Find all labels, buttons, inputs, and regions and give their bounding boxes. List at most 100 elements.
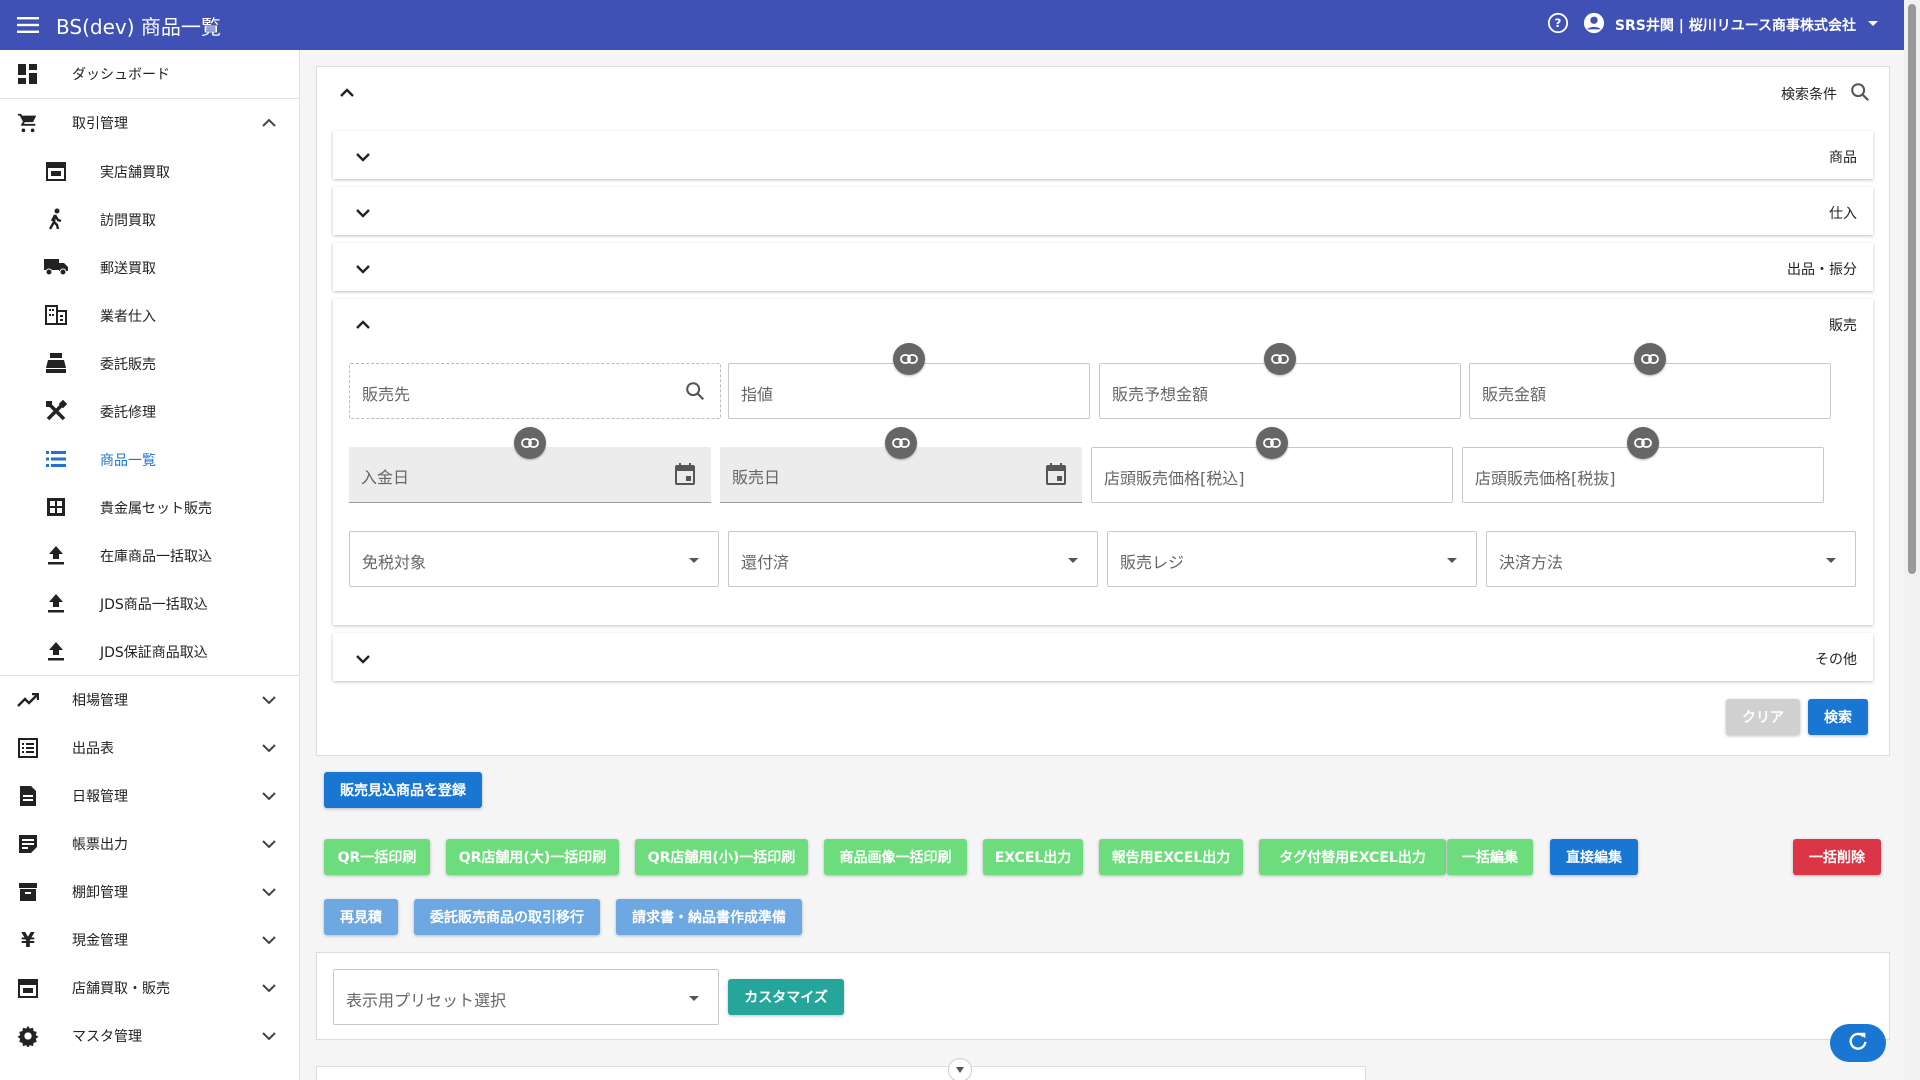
chevron-down-icon[interactable] [351,145,375,169]
section-purchase[interactable]: 仕入 [333,187,1873,235]
sidebar-item-consign-sale[interactable]: 委託販売 [0,339,299,387]
scrollbar-thumb[interactable] [1908,4,1916,574]
re-estimate-button[interactable]: 再見積 [324,899,398,935]
bulk-delete-button[interactable]: 一括削除 [1793,839,1881,875]
expand-handle-icon[interactable] [948,1058,972,1080]
report-excel-button[interactable]: 報告用EXCEL出力 [1099,839,1243,875]
sidebar-item-master[interactable]: マスタ管理 [0,1012,299,1060]
search-button[interactable]: 検索 [1808,699,1868,735]
list-icon [44,447,68,471]
chevron-down-icon[interactable] [257,1024,281,1048]
chevron-down-icon[interactable] [351,257,375,281]
chevron-down-icon[interactable] [257,688,281,712]
account-menu[interactable]: SRS井関 | 桜川リユース商事株式会社 [1583,12,1880,38]
sidebar-item-trade[interactable]: 取引管理 [0,99,299,147]
walk-icon [44,207,68,231]
payment-method-select[interactable]: 決済方法 [1486,531,1856,587]
section-product[interactable]: 商品 [333,131,1873,179]
tag-excel-button[interactable]: タグ付替用EXCEL出力 [1259,839,1446,875]
link-icon[interactable] [1634,343,1666,375]
sidebar-item-label: 実店舗買取 [100,165,170,181]
chevron-down-icon [1866,17,1880,33]
sidebar-item-market[interactable]: 相場管理 [0,676,299,724]
section-other[interactable]: その他 [333,633,1873,681]
dropdown-arrow-icon [1819,548,1843,572]
chevron-down-icon[interactable] [257,832,281,856]
direct-edit-button[interactable]: 直接編集 [1550,839,1638,875]
excel-export-button[interactable]: EXCEL出力 [983,839,1083,875]
chevron-down-icon[interactable] [257,976,281,1000]
chevron-down-icon[interactable] [257,928,281,952]
chevron-up-icon[interactable] [257,111,281,135]
chevron-up-icon[interactable] [351,313,375,337]
link-icon[interactable] [1627,427,1659,459]
section-listing[interactable]: 出品・振分 [333,243,1873,291]
menu-icon[interactable] [0,0,56,50]
sidebar-item-inventory[interactable]: 棚卸管理 [0,868,299,916]
preset-select[interactable]: 表示用プリセット選択 [333,969,719,1025]
sidebar-item-store-trade[interactable]: 店舗買取・販売 [0,964,299,1012]
sidebar-item-daily-report[interactable]: 日報管理 [0,772,299,820]
field-placeholder: 販売先 [362,385,411,404]
link-icon[interactable] [514,427,546,459]
truck-icon [44,255,68,279]
sidebar-item-cash[interactable]: ¥ 現金管理 [0,916,299,964]
customer-field[interactable]: 販売先 [349,363,721,419]
building-icon [44,303,68,327]
qr-store-small-button[interactable]: QR店舗用(小)一括印刷 [635,839,808,875]
sidebar-item-jds-import[interactable]: JDS商品一括取込 [0,579,299,627]
section-title: 仕入 [1829,206,1857,222]
refresh-button[interactable] [1830,1024,1886,1062]
link-icon[interactable] [893,343,925,375]
invoice-prep-button[interactable]: 請求書・納品書作成準備 [616,899,802,935]
link-icon[interactable] [1256,427,1288,459]
sidebar-item-mail-purchase[interactable]: 郵送買取 [0,243,299,291]
help-icon[interactable]: ? [1547,12,1569,38]
sidebar-item-dashboard[interactable]: ダッシュボード [0,50,299,98]
tax-free-select[interactable]: 免税対象 [349,531,719,587]
link-icon[interactable] [885,427,917,459]
sidebar-item-label: 出品表 [72,741,114,757]
sidebar-item-metal-set[interactable]: 貴金属セット販売 [0,483,299,531]
sidebar-item-vendor-purchase[interactable]: 業者仕入 [0,291,299,339]
upload-icon [44,543,68,567]
account-icon [1583,12,1605,38]
chevron-up-icon[interactable] [335,81,359,105]
chevron-down-icon[interactable] [257,880,281,904]
qr-store-large-button[interactable]: QR店舗用(大)一括印刷 [446,839,619,875]
search-icon[interactable] [684,380,708,404]
image-bulk-print-button[interactable]: 商品画像一括印刷 [824,839,967,875]
search-panel: 検索条件 商品 仕入 出品・振分 販売 販売先 指値 販売予想金額 販売金額 入… [316,66,1890,756]
sidebar-item-jds-warranty-import[interactable]: JDS保証商品取込 [0,627,299,675]
bulk-edit-button[interactable]: 一括編集 [1447,839,1533,875]
calendar-icon[interactable] [1046,463,1070,487]
sidebar-item-visit-purchase[interactable]: 訪問買取 [0,195,299,243]
search-icon[interactable] [1849,81,1871,107]
sidebar-item-store-purchase[interactable]: 実店舗買取 [0,147,299,195]
sidebar-item-product-list[interactable]: 商品一覧 [0,435,299,483]
form-icon [16,832,40,856]
grid-icon [44,495,68,519]
chevron-down-icon[interactable] [351,201,375,225]
consign-transfer-button[interactable]: 委託販売商品の取引移行 [414,899,600,935]
register-select[interactable]: 販売レジ [1107,531,1477,587]
qr-bulk-print-button[interactable]: QR一括印刷 [324,839,430,875]
sidebar-item-forms[interactable]: 帳票出力 [0,820,299,868]
dropdown-arrow-icon [682,986,706,1010]
customize-button[interactable]: カスタマイズ [728,979,844,1015]
sidebar-item-listing-sheet[interactable]: 出品表 [0,724,299,772]
sidebar-item-consign-repair[interactable]: 委託修理 [0,387,299,435]
field-placeholder: 販売レジ [1120,553,1185,572]
yen-icon: ¥ [21,928,35,952]
chevron-down-icon[interactable] [351,647,375,671]
calendar-icon[interactable] [675,463,699,487]
refunded-select[interactable]: 還付済 [728,531,1098,587]
clear-button[interactable]: クリア [1726,699,1800,735]
link-icon[interactable] [1264,343,1296,375]
register-forecast-button[interactable]: 販売見込商品を登録 [324,772,482,808]
chevron-down-icon[interactable] [257,736,281,760]
chevron-down-icon[interactable] [257,784,281,808]
page-scrollbar[interactable] [1904,0,1920,1080]
sidebar-item-stock-import[interactable]: 在庫商品一括取込 [0,531,299,579]
sidebar-item-label: ダッシュボード [72,67,170,83]
